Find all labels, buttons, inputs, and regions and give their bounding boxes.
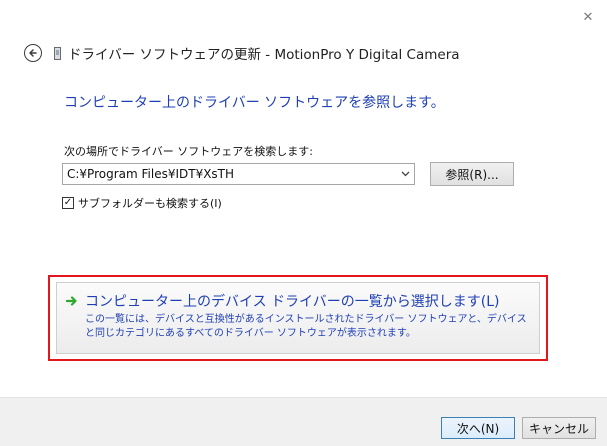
pick-option-description: この一覧には、デバイスと互換性があるインストールされたドライバー ソフトウェアと… bbox=[85, 314, 527, 339]
green-arrow-icon bbox=[66, 296, 77, 306]
cancel-button[interactable]: キャンセル bbox=[522, 417, 596, 439]
path-dropdown-button[interactable] bbox=[396, 171, 414, 177]
search-location-label: 次の場所でドライバー ソフトウェアを検索します: bbox=[64, 145, 313, 158]
search-path-combobox[interactable]: C:¥Program Files¥IDT¥XsTH bbox=[62, 163, 415, 185]
next-button[interactable]: 次へ(N) bbox=[441, 417, 515, 439]
search-path-input[interactable]: C:¥Program Files¥IDT¥XsTH bbox=[63, 167, 396, 181]
include-subfolders-row: ✓ サブフォルダーも検索する(I) bbox=[62, 195, 222, 211]
close-button[interactable]: ✕ bbox=[572, 6, 604, 28]
chevron-down-icon bbox=[401, 171, 409, 177]
pick-option-title: コンピューター上のデバイス ドライバーの一覧から選択します(L) bbox=[85, 294, 500, 310]
pick-from-list-option[interactable]: コンピューター上のデバイス ドライバーの一覧から選択します(L) この一覧には、… bbox=[56, 282, 540, 354]
browse-button[interactable]: 参照(R)... bbox=[430, 162, 514, 186]
back-button[interactable] bbox=[24, 44, 42, 62]
page-heading: コンピューター上のドライバー ソフトウェアを参照します。 bbox=[64, 95, 445, 111]
update-driver-window: ✕ ドライバー ソフトウェアの更新 - MotionPro Y Digital … bbox=[0, 0, 607, 446]
footer-bar: 次へ(N) キャンセル bbox=[0, 397, 607, 446]
include-subfolders-checkbox[interactable]: ✓ bbox=[62, 197, 74, 209]
back-arrow-icon bbox=[29, 49, 37, 57]
include-subfolders-label[interactable]: サブフォルダーも検索する(I) bbox=[78, 195, 222, 211]
title-row: ドライバー ソフトウェアの更新 - MotionPro Y Digital Ca… bbox=[24, 42, 460, 64]
window-title: ドライバー ソフトウェアの更新 - MotionPro Y Digital Ca… bbox=[68, 47, 460, 63]
close-icon: ✕ bbox=[582, 9, 594, 25]
device-icon bbox=[54, 46, 61, 60]
